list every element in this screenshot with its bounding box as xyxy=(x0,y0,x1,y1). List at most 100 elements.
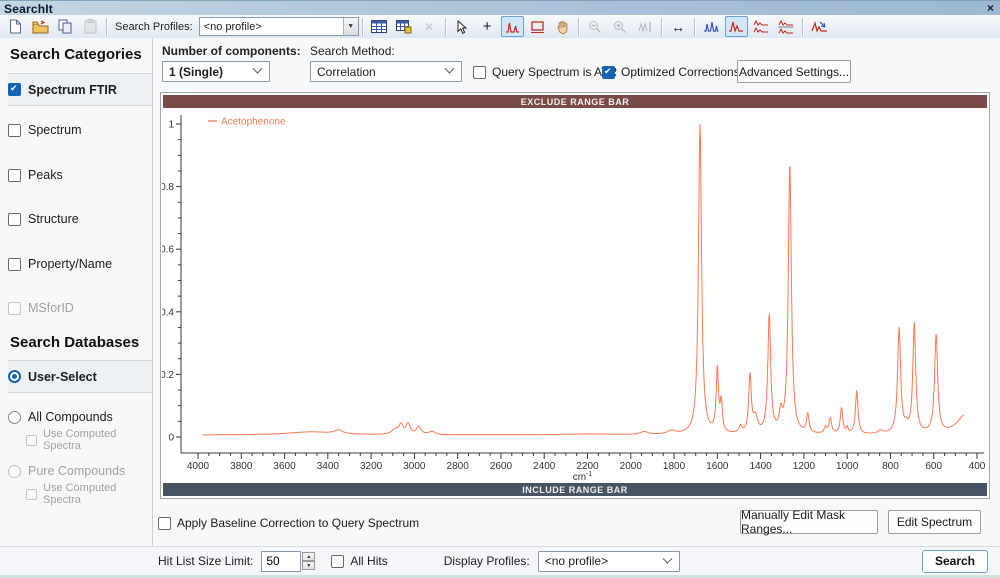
app-body: Search Categories Spectrum FTIR Spectrum… xyxy=(0,38,1000,578)
svg-text:2800: 2800 xyxy=(447,461,470,472)
optimized-checkbox[interactable] xyxy=(602,66,615,79)
svg-text:3400: 3400 xyxy=(317,461,340,472)
stepper-down-icon[interactable]: ▼ xyxy=(302,561,315,570)
search-profiles-combo[interactable]: <no profile> ▼ xyxy=(199,17,359,36)
combo-arrow-icon[interactable]: ▼ xyxy=(343,18,358,35)
advanced-settings-button[interactable]: Advanced Settings... xyxy=(737,60,851,83)
split-spectra-button[interactable] xyxy=(775,16,798,37)
radio-user-select[interactable] xyxy=(8,370,21,383)
edit-mask-ranges-button[interactable]: Manually Edit Mask Ranges... xyxy=(740,510,878,534)
chevron-down-icon xyxy=(445,64,455,74)
zoom-window-button[interactable] xyxy=(609,16,632,37)
pan-hand-icon xyxy=(556,20,569,34)
main-toolbar: Search Profiles: <no profile> ▼ ✕ + ↔ xyxy=(0,15,1000,39)
components-label: Number of components: xyxy=(162,44,301,58)
all-hits-checkbox[interactable] xyxy=(331,555,344,568)
radio-pure-compounds xyxy=(8,465,21,478)
hit-list-label: Hit List Size Limit: xyxy=(158,554,253,568)
copy-button[interactable] xyxy=(54,16,77,37)
sidebar-item-peaks[interactable]: Peaks xyxy=(8,163,148,187)
close-button[interactable]: × xyxy=(987,1,994,15)
open-file-button[interactable] xyxy=(29,16,52,37)
all-hits-row[interactable]: All Hits xyxy=(331,554,387,568)
find-region-button[interactable] xyxy=(634,16,657,37)
atr-checkbox-row[interactable]: Query Spectrum is ATR xyxy=(473,65,617,79)
spectrum-chart-panel: EXCLUDE RANGE BAR 00.20.40.60.8140003800… xyxy=(160,92,990,499)
edit-spectrum-button[interactable]: Edit Spectrum xyxy=(888,510,981,534)
exclude-range-bar[interactable]: EXCLUDE RANGE BAR xyxy=(163,95,987,108)
spectrum-report-button[interactable] xyxy=(808,16,831,37)
sidebar-item-user-select[interactable]: User-Select xyxy=(8,360,152,393)
search-button[interactable]: Search xyxy=(922,550,988,573)
spectrum-report-icon xyxy=(811,19,828,34)
stack-spectra-button[interactable] xyxy=(750,16,773,37)
svg-text:600: 600 xyxy=(925,461,942,472)
checkbox-structure[interactable] xyxy=(8,213,21,226)
clear-button[interactable]: ✕ xyxy=(418,16,441,37)
sidebar-item-label: All Compounds xyxy=(28,410,113,424)
stack-spectra-icon xyxy=(753,19,769,34)
new-document-button[interactable] xyxy=(4,16,27,37)
search-databases-header: Search Databases xyxy=(10,334,139,351)
select-region-tool-button[interactable] xyxy=(526,16,549,37)
sidebar-item-property-name[interactable]: Property/Name xyxy=(8,252,148,276)
checkbox-spectrum[interactable] xyxy=(8,124,21,137)
svg-text:2400: 2400 xyxy=(533,461,556,472)
search-profiles-label: Search Profiles: xyxy=(115,21,193,33)
checkbox-property-name[interactable] xyxy=(8,258,21,271)
radio-all-compounds[interactable] xyxy=(8,411,21,424)
zoom-window-icon xyxy=(613,20,627,34)
zoom-out-button[interactable] xyxy=(584,16,607,37)
stepper-up-icon[interactable]: ▲ xyxy=(302,552,315,561)
clear-icon: ✕ xyxy=(424,21,434,33)
checkbox-peaks[interactable] xyxy=(8,169,21,182)
overlay-spectra-button[interactable] xyxy=(700,16,723,37)
table-view-icon xyxy=(371,20,387,33)
active-spectrum-button[interactable] xyxy=(725,16,748,37)
display-profiles-label: Display Profiles: xyxy=(444,554,530,568)
hit-list-input[interactable] xyxy=(261,551,301,572)
crosshair-tool-button[interactable]: + xyxy=(476,16,499,37)
sidebar-item-label: Structure xyxy=(28,212,79,226)
baseline-correction-row[interactable]: Apply Baseline Correction to Query Spect… xyxy=(158,511,419,535)
table-view-button[interactable] xyxy=(368,16,391,37)
all-hits-label: All Hits xyxy=(350,554,387,568)
optimized-label: Optimized Corrections xyxy=(621,65,740,79)
optimized-checkbox-row[interactable]: Optimized Corrections xyxy=(602,65,740,79)
paste-button[interactable] xyxy=(79,16,102,37)
footer-bar: Hit List Size Limit: ▲▼ All Hits Display… xyxy=(0,546,1000,575)
hit-list-stepper[interactable]: ▲▼ xyxy=(302,552,315,570)
svg-text:cm-1: cm-1 xyxy=(573,471,593,483)
svg-text:0.8: 0.8 xyxy=(162,182,174,193)
sidebar-item-all-compounds[interactable]: All Compounds xyxy=(8,405,148,429)
sidebar-item-use-computed-spectra-1[interactable]: Use Computed Spectra xyxy=(26,430,148,450)
chevron-down-icon xyxy=(253,64,263,74)
svg-text:4000: 4000 xyxy=(187,461,210,472)
spectrum-plot[interactable]: 00.20.40.60.8140003800360034003200300028… xyxy=(162,109,988,483)
pan-tool-button[interactable] xyxy=(551,16,574,37)
sidebar-item-use-computed-spectra-2[interactable]: Use Computed Spectra xyxy=(26,484,148,504)
search-method-combo[interactable]: Correlation xyxy=(310,61,462,82)
display-profiles-combo[interactable]: <no profile> xyxy=(538,551,680,572)
window-titlebar: SearchIt × xyxy=(0,0,1000,16)
include-range-bar[interactable]: INCLUDE RANGE BAR xyxy=(163,483,987,496)
atr-checkbox[interactable] xyxy=(473,66,486,79)
baseline-correction-checkbox[interactable] xyxy=(158,517,171,530)
sidebar-item-spectrum-ftir[interactable]: Spectrum FTIR xyxy=(8,73,152,106)
sidebar-item-label: Use Computed Spectra xyxy=(43,482,148,506)
sidebar-item-spectrum[interactable]: Spectrum xyxy=(8,118,148,142)
checkbox-spectrum-ftir[interactable] xyxy=(8,83,21,96)
sidebar-item-msforid[interactable]: MSforID xyxy=(8,296,148,320)
pointer-tool-button[interactable] xyxy=(451,16,474,37)
sidebar-item-structure[interactable]: Structure xyxy=(8,207,148,231)
table-edit-button[interactable] xyxy=(393,16,416,37)
peak-pick-tool-button[interactable] xyxy=(501,16,524,37)
toolbar-separator xyxy=(578,18,580,36)
toolbar-separator xyxy=(802,18,804,36)
svg-text:1200: 1200 xyxy=(793,461,816,472)
svg-text:0.2: 0.2 xyxy=(162,370,174,381)
components-combo[interactable]: 1 (Single) xyxy=(162,61,270,82)
sidebar-item-pure-compounds[interactable]: Pure Compounds xyxy=(8,459,148,483)
svg-text:1: 1 xyxy=(168,120,174,131)
full-range-button[interactable]: ↔ xyxy=(667,16,690,37)
